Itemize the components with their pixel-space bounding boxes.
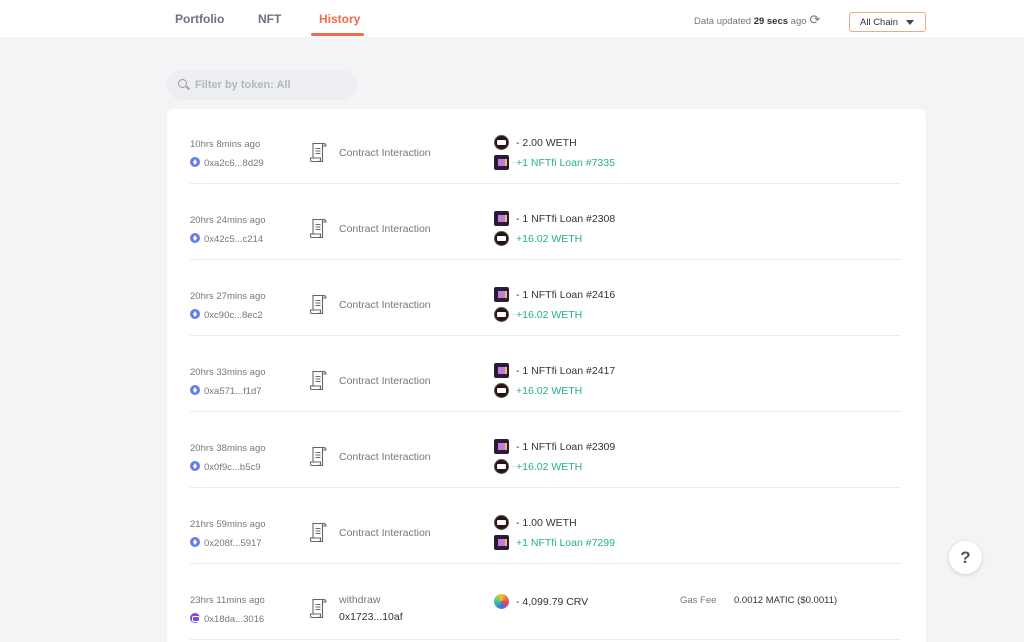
ethereum-chain-icon	[190, 233, 200, 243]
tx-type: Contract Interaction	[339, 451, 431, 463]
weth-icon	[494, 515, 509, 530]
nft-icon	[494, 155, 509, 170]
document-icon	[309, 294, 328, 315]
table-row: 20hrs 33mins ago 0xa571...f1d7 Contract In…	[190, 336, 901, 412]
weth-icon	[494, 459, 509, 474]
document-icon	[309, 446, 328, 467]
data-updated-status: Data updated 29 secs ago	[694, 16, 807, 27]
weth-icon	[494, 383, 509, 398]
tx-hash-link[interactable]: 0xa2c6...8d29	[190, 157, 264, 169]
weth-icon	[494, 135, 509, 150]
token-change: +16.02 WETH	[494, 231, 582, 246]
token-change: - 1 NFTfi Loan #2416	[494, 287, 615, 302]
token-filter[interactable]	[167, 70, 357, 100]
nft-icon	[494, 535, 509, 550]
token-change: +1 NFTfi Loan #7335	[494, 155, 615, 170]
tx-time: 20hrs 27mins ago	[190, 291, 266, 302]
tx-time: 20hrs 33mins ago	[190, 367, 266, 378]
tx-time: 21hrs 59mins ago	[190, 519, 266, 530]
tx-time: 23hrs 11mins ago	[190, 595, 265, 606]
table-row: 20hrs 24mins ago 0x42c5...c214 Contract In…	[190, 184, 901, 260]
tx-hash-link[interactable]: 0x18da...3016	[190, 613, 264, 625]
token-filter-input[interactable]	[195, 77, 345, 93]
tab-history[interactable]: History	[319, 12, 360, 26]
tx-type: Contract Interaction	[339, 147, 431, 159]
table-row: 10hrs 8mins ago 0xa2c6...8d29 Contract Int…	[190, 108, 901, 184]
chain-select-value: All Chain	[860, 17, 899, 28]
nft-icon	[494, 439, 509, 454]
token-change: - 1.00 WETH	[494, 515, 577, 530]
gas-fee-value: 0.0012 MATIC ($0.0011)	[734, 595, 838, 606]
token-change: - 2.00 WETH	[494, 135, 577, 150]
tx-contract-address[interactable]: 0x1723...10af	[339, 611, 403, 623]
tx-hash-link[interactable]: 0x0f9c...b5c9	[190, 461, 261, 473]
tx-type: Contract Interaction	[339, 223, 431, 235]
weth-icon	[494, 307, 509, 322]
refresh-icon[interactable]: ⟳	[808, 13, 822, 27]
ethereum-chain-icon	[190, 157, 200, 167]
document-icon	[309, 522, 328, 543]
token-change: +1 NFTfi Loan #7299	[494, 535, 615, 550]
tx-type: Contract Interaction	[339, 375, 431, 387]
ethereum-chain-icon	[190, 309, 200, 319]
help-button[interactable]: ?	[949, 541, 982, 574]
nft-icon	[494, 363, 509, 378]
document-icon	[309, 598, 328, 619]
token-change: +16.02 WETH	[494, 307, 582, 322]
polygon-chain-icon	[190, 613, 200, 623]
token-change: - 1 NFTfi Loan #2417	[494, 363, 615, 378]
tx-time: 20hrs 38mins ago	[190, 443, 266, 454]
tx-hash-link[interactable]: 0x42c5...c214	[190, 233, 263, 245]
tx-type: Contract Interaction	[339, 299, 431, 311]
tx-hash-link[interactable]: 0x208f...5917	[190, 537, 262, 549]
token-change: +16.02 WETH	[494, 459, 582, 474]
table-row: 20hrs 27mins ago 0xc90c...8ec2 Contract In…	[190, 260, 901, 336]
top-nav-bar: Portfolio NFT History Data updated 29 se…	[0, 0, 1024, 37]
document-icon	[309, 370, 328, 391]
token-change: - 1 NFTfi Loan #2308	[494, 211, 615, 226]
chain-select-dropdown[interactable]: All Chain	[849, 12, 926, 32]
tab-portfolio[interactable]: Portfolio	[175, 12, 224, 26]
active-tab-indicator	[311, 33, 364, 36]
table-row: 20hrs 38mins ago 0x0f9c...b5c9 Contract In…	[190, 412, 901, 488]
search-icon	[178, 79, 187, 88]
tx-time: 20hrs 24mins ago	[190, 215, 266, 226]
crv-icon	[494, 594, 509, 609]
data-age: 29 secs	[753, 16, 789, 27]
token-change: - 1 NFTfi Loan #2309	[494, 439, 615, 454]
document-icon	[309, 218, 328, 239]
nft-icon	[494, 211, 509, 226]
ethereum-chain-icon	[190, 385, 200, 395]
history-list: 10hrs 8mins ago 0xa2c6...8d29 Contract Int…	[167, 109, 926, 642]
document-icon	[309, 142, 328, 163]
tx-hash-link[interactable]: 0xc90c...8ec2	[190, 309, 263, 321]
gas-fee-label: Gas Fee	[680, 595, 717, 606]
token-change: - 4,099.79 CRV	[494, 594, 588, 609]
ethereum-chain-icon	[190, 461, 200, 471]
caret-down-icon	[906, 20, 914, 25]
weth-icon	[494, 231, 509, 246]
table-row: 23hrs 11mins ago 0x18da...3016 withdraw 0x1…	[190, 564, 901, 640]
tab-nft[interactable]: NFT	[258, 12, 281, 26]
nft-icon	[494, 287, 509, 302]
tx-hash-link[interactable]: 0xa571...f1d7	[190, 385, 262, 397]
tx-type: Contract Interaction	[339, 527, 431, 539]
ethereum-chain-icon	[190, 537, 200, 547]
table-row: 21hrs 59mins ago 0x208f...5917 Contract In…	[190, 488, 901, 564]
token-change: +16.02 WETH	[494, 383, 582, 398]
tx-type: withdraw	[339, 594, 381, 606]
tx-time: 10hrs 8mins ago	[190, 139, 261, 150]
